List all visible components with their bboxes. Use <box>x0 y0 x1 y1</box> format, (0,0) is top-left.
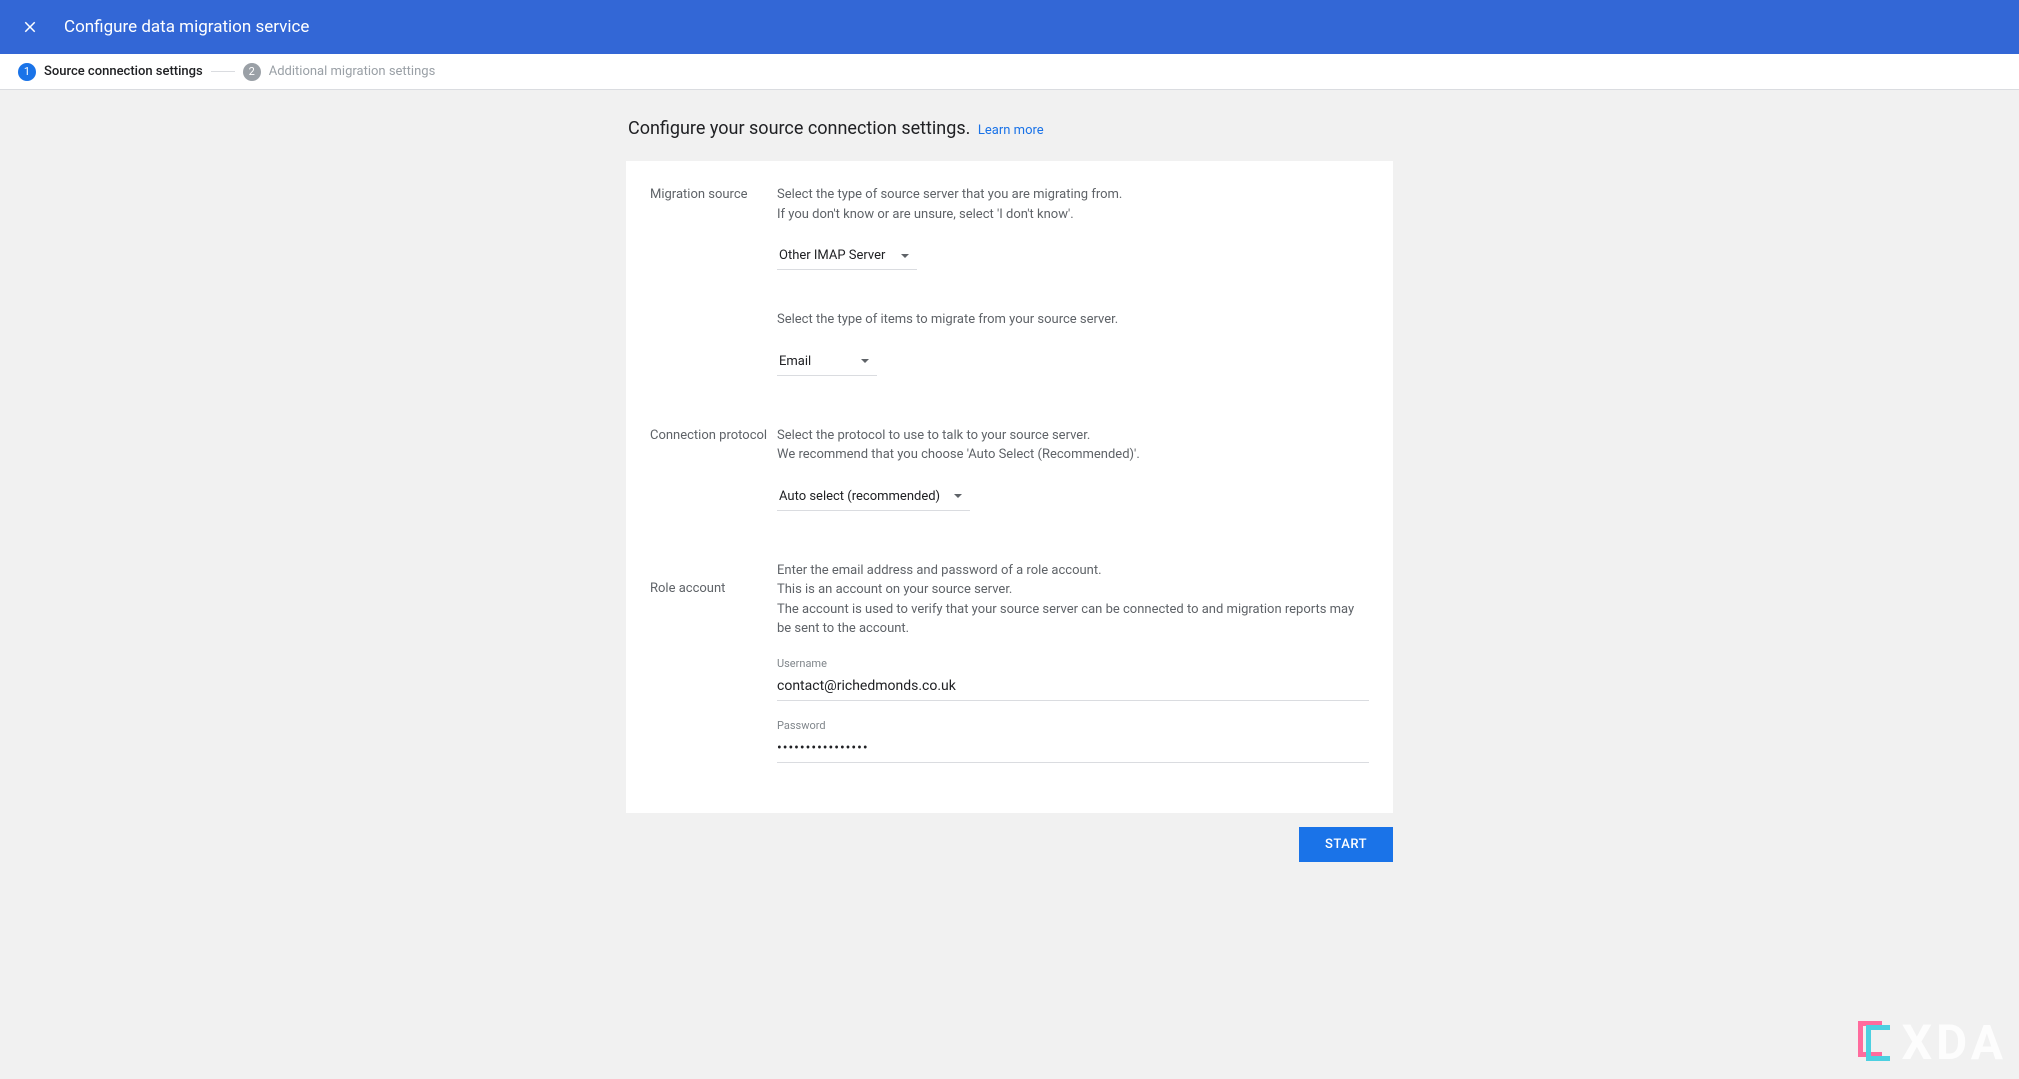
section-connection-protocol: Connection protocol Select the protocol … <box>650 426 1369 511</box>
password-input[interactable] <box>777 734 1369 763</box>
content-title: Configure your source connection setting… <box>628 118 970 139</box>
items-type-dropdown[interactable]: Email <box>777 348 877 376</box>
watermark-icon <box>1858 1021 1894 1065</box>
step-1[interactable]: 1 Source connection settings <box>18 63 203 81</box>
main-content: Configure your source connection setting… <box>626 90 1393 862</box>
username-label: Username <box>777 657 1369 670</box>
step-1-circle: 1 <box>18 63 36 81</box>
connection-protocol-content: Select the protocol to use to talk to yo… <box>777 426 1369 511</box>
password-label: Password <box>777 719 1369 732</box>
username-group: Username <box>777 657 1369 701</box>
section-role-account: Role account Enter the email address and… <box>650 561 1369 781</box>
migration-source-label: Migration source <box>650 185 777 376</box>
role-account-help: Enter the email address and password of … <box>777 561 1369 639</box>
stepper: 1 Source connection settings 2 Additiona… <box>0 54 2019 90</box>
role-account-label: Role account <box>650 561 777 781</box>
step-2-circle: 2 <box>243 63 261 81</box>
watermark: XDA <box>1858 1014 2007 1071</box>
help-text-line: This is an account on your source server… <box>777 582 1012 597</box>
step-divider <box>211 71 235 72</box>
role-account-content: Enter the email address and password of … <box>777 561 1369 781</box>
username-input[interactable] <box>777 672 1369 701</box>
step-2[interactable]: 2 Additional migration settings <box>243 63 436 81</box>
learn-more-link[interactable]: Learn more <box>978 123 1044 138</box>
protocol-dropdown[interactable]: Auto select (recommended) <box>777 483 970 511</box>
source-server-dropdown[interactable]: Other IMAP Server <box>777 242 917 270</box>
step-2-label: Additional migration settings <box>269 64 436 79</box>
migration-source-help-1: Select the type of source server that yo… <box>777 185 1369 224</box>
connection-protocol-label: Connection protocol <box>650 426 777 511</box>
app-header: Configure data migration service <box>0 0 2019 54</box>
migration-source-help-2: Select the type of items to migrate from… <box>777 310 1369 330</box>
start-button[interactable]: START <box>1299 827 1393 862</box>
migration-source-content: Select the type of source server that yo… <box>777 185 1369 376</box>
help-text-line: Select the type of source server that yo… <box>777 187 1122 202</box>
help-text-line: Enter the email address and password of … <box>777 563 1102 578</box>
help-text-line: Select the protocol to use to talk to yo… <box>777 428 1090 443</box>
password-group: Password <box>777 719 1369 763</box>
close-icon[interactable] <box>20 17 40 37</box>
help-text-line: If you don't know or are unsure, select … <box>777 207 1074 222</box>
help-text-line: The account is used to verify that your … <box>777 602 1354 637</box>
section-migration-source: Migration source Select the type of sour… <box>650 185 1369 376</box>
step-1-label: Source connection settings <box>44 64 203 79</box>
content-header: Configure your source connection setting… <box>626 118 1393 139</box>
help-text-line: We recommend that you choose 'Auto Selec… <box>777 447 1140 462</box>
watermark-text: XDA <box>1902 1014 2007 1071</box>
connection-protocol-help: Select the protocol to use to talk to yo… <box>777 426 1369 465</box>
header-title: Configure data migration service <box>64 17 309 37</box>
settings-card: Migration source Select the type of sour… <box>626 161 1393 813</box>
button-bar: START <box>626 827 1393 862</box>
